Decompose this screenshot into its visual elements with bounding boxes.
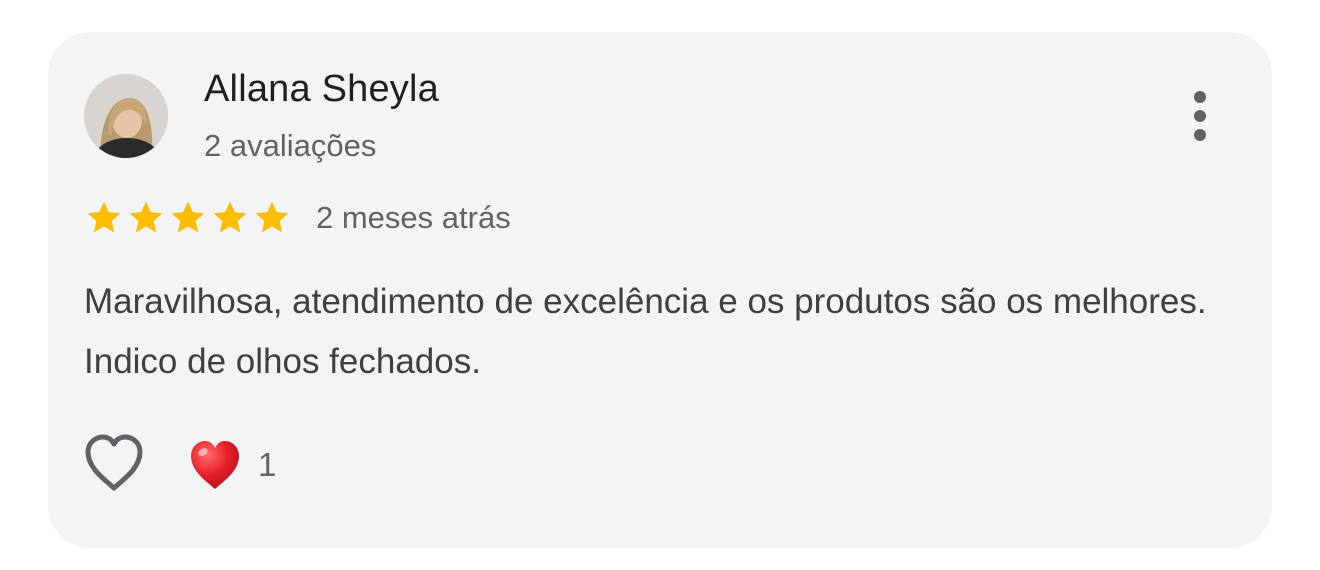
star-icon [126,198,166,238]
author-name[interactable]: Allana Sheyla [204,68,439,111]
more-options-button[interactable] [1176,86,1224,146]
reaction-count: 1 [258,446,277,483]
reaction-summary[interactable]: 1 [188,437,276,493]
heart-outline-icon [85,434,143,491]
star-rating [84,198,292,238]
star-icon [168,198,208,238]
rating-row: 2 meses atrás [84,196,511,240]
star-icon [252,198,292,238]
red-heart-icon [191,441,239,489]
review-date: 2 meses atrás [316,200,511,235]
author-avatar[interactable] [84,74,168,158]
more-vert-icon [1194,91,1206,141]
author-review-count: 2 avaliações [204,128,377,163]
review-text: Maravilhosa, atendimento de excelência e… [84,282,1207,381]
star-icon [210,198,250,238]
like-button[interactable] [82,432,146,494]
review-card: Allana Sheyla 2 avaliações 2 meses atrás… [48,32,1272,548]
star-icon [84,198,124,238]
